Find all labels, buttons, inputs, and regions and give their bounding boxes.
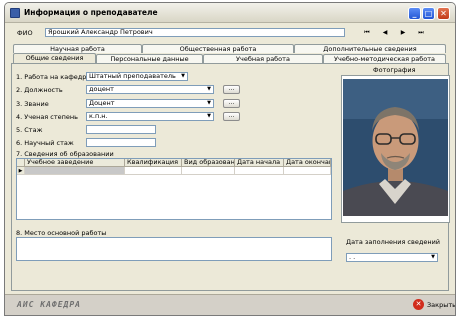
fill-date-picker[interactable]: . . ▼ [346, 253, 438, 262]
sci-experience-field[interactable] [86, 138, 156, 147]
tab-methodical-work[interactable]: Учебно-методическая работа [323, 54, 446, 63]
fio-field[interactable]: Ярошкий Александр Петрович [45, 28, 345, 37]
tab-teaching[interactable]: Учебная работа [203, 54, 323, 63]
grid-header-education-type[interactable]: Вид образования [182, 159, 235, 167]
degree-select-value: к.п.н. [89, 112, 108, 120]
close-icon[interactable]: ✕ [413, 299, 424, 310]
work-label: 1. Работа на кафедре [16, 73, 91, 81]
degree-label: 4. Ученая степень [16, 113, 78, 121]
grid-header-institution[interactable]: Учебное заведение [25, 159, 125, 167]
work-select-value: Штатный преподаватель [89, 72, 176, 80]
app-brand: АИС КАФЕДРА [17, 300, 81, 309]
rank-select[interactable]: Доцент ▼ [86, 99, 214, 108]
degree-select[interactable]: к.п.н. ▼ [86, 112, 214, 121]
window-title: Информация о преподавателе [24, 8, 158, 17]
position-lookup-button[interactable]: ... [223, 85, 240, 94]
tab-personal-data[interactable]: Персональные данные [96, 54, 203, 63]
workplace-label: 8. Место основной работы [16, 229, 107, 237]
position-select-value: доцент [89, 85, 114, 93]
rank-lookup-button[interactable]: ... [223, 99, 240, 108]
next-record-button[interactable]: ▶ [397, 28, 409, 38]
photo-frame [341, 75, 450, 223]
grid-corner [17, 159, 25, 167]
grid-header-end-date[interactable]: Дата окончания [284, 159, 331, 167]
tab-general-info[interactable]: Общие сведения [13, 53, 96, 63]
rank-label: 3. Звание [16, 100, 49, 108]
grid-cell[interactable] [235, 167, 284, 175]
photo-label: Фотография [373, 66, 416, 74]
last-record-button[interactable]: ⏭ [415, 28, 427, 38]
title-bar[interactable]: Информация о преподавателе _ □ ✕ [5, 3, 455, 23]
prev-record-button[interactable]: ◀ [379, 28, 391, 38]
chevron-down-icon: ▼ [207, 86, 211, 92]
position-select[interactable]: доцент ▼ [86, 85, 214, 94]
degree-lookup-button[interactable]: ... [223, 112, 240, 121]
experience-label: 5. Стаж [16, 126, 43, 134]
chevron-down-icon: ▼ [431, 254, 435, 260]
grid-cell[interactable] [182, 167, 235, 175]
position-label: 2. Должность [16, 86, 63, 94]
app-icon [10, 8, 20, 18]
grid-header-qualification[interactable]: Квалификация [125, 159, 182, 167]
close-button[interactable]: Закрыть [427, 301, 455, 309]
education-label: 7. Сведения об образовании [16, 150, 114, 158]
app-window: Информация о преподавателе _ □ ✕ ФИО Яро… [4, 2, 456, 316]
row-indicator: ▶ [17, 167, 25, 175]
fill-date-value: . . [349, 253, 356, 261]
tab-research[interactable]: Научная работа [13, 44, 142, 53]
tab-additional-info[interactable]: Дополнительные сведения [294, 44, 446, 53]
chevron-down-icon: ▼ [207, 113, 211, 119]
first-record-button[interactable]: ⏮ [361, 28, 373, 38]
grid-header-start-date[interactable]: Дата начала [235, 159, 284, 167]
fill-date-label: Дата заполнения сведений [346, 238, 441, 246]
tab-social-work[interactable]: Общественная работа [142, 44, 294, 53]
experience-field[interactable] [86, 125, 156, 134]
grid-cell[interactable] [125, 167, 182, 175]
minimize-button[interactable]: _ [408, 7, 421, 20]
chevron-down-icon: ▼ [207, 100, 211, 106]
chevron-down-icon: ▼ [181, 73, 185, 79]
education-grid[interactable]: Учебное заведение Квалификация Вид образ… [16, 158, 332, 220]
grid-cell[interactable] [284, 167, 331, 175]
grid-cell-selected[interactable] [25, 167, 125, 175]
sci-experience-label: 6. Научный стаж [16, 139, 74, 147]
teacher-photo [343, 79, 448, 216]
work-select[interactable]: Штатный преподаватель ▼ [86, 72, 188, 81]
rank-select-value: Доцент [89, 99, 115, 107]
workplace-field[interactable] [16, 237, 332, 261]
fio-label: ФИО [17, 29, 33, 37]
window-close-button[interactable]: ✕ [437, 7, 450, 20]
maximize-button[interactable]: □ [422, 7, 435, 20]
